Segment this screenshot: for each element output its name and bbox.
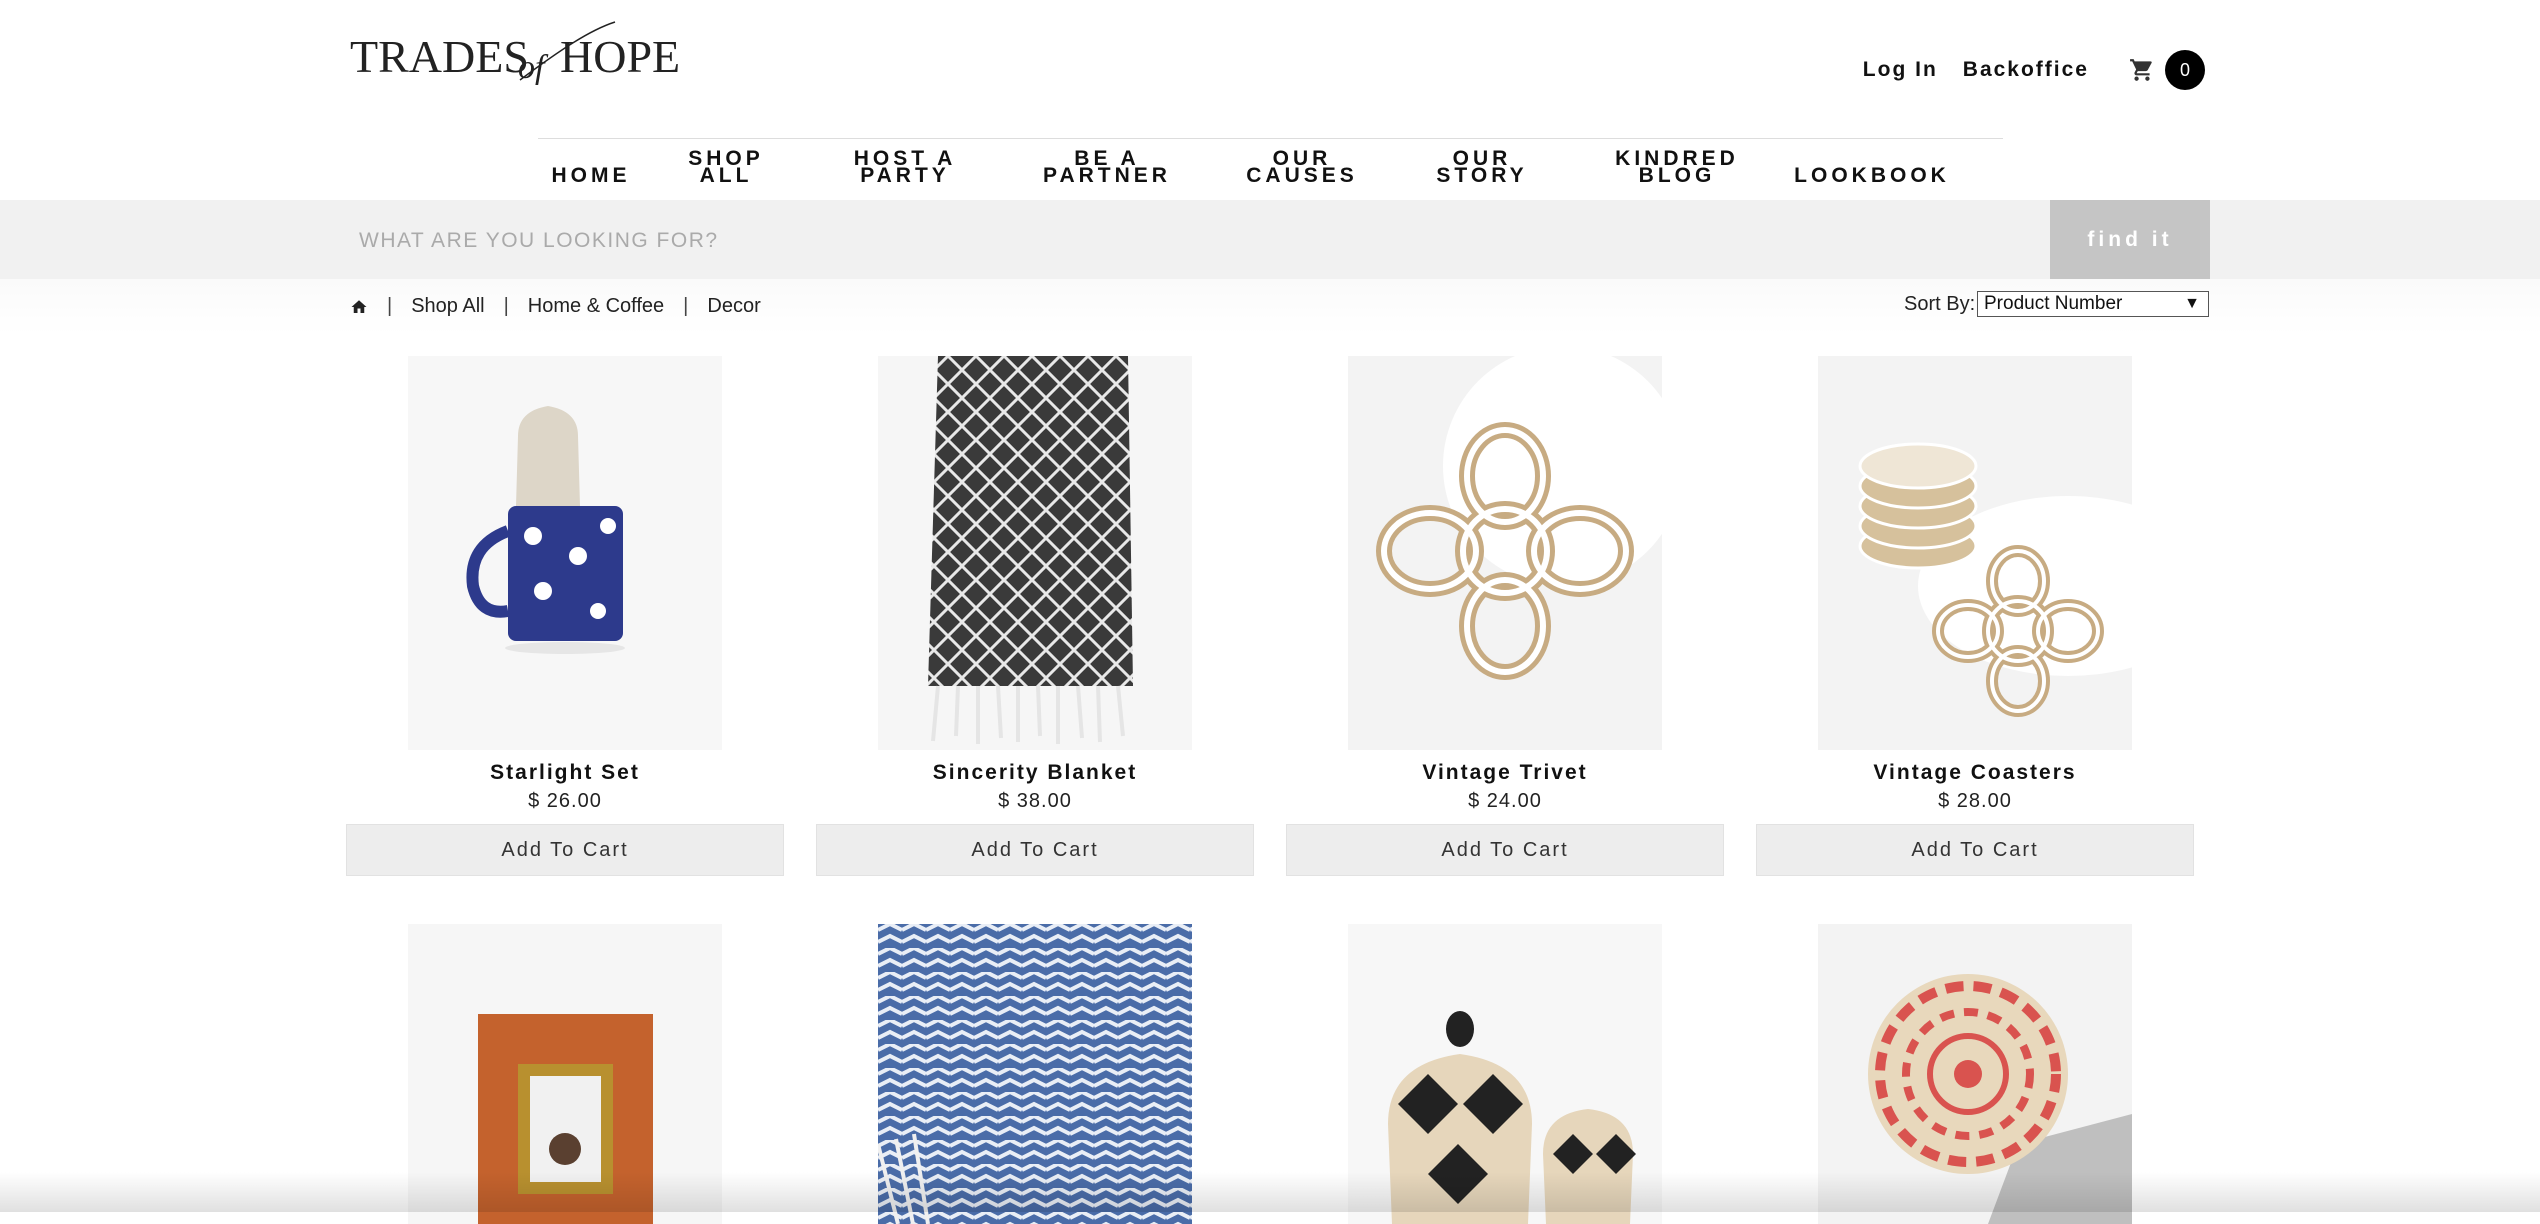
trades-of-hope-logo[interactable]: TRADES of HOPE — [350, 20, 680, 90]
add-to-cart-button[interactable]: Add To Cart — [1756, 824, 2194, 876]
add-to-cart-button[interactable]: Add To Cart — [1286, 824, 1724, 876]
breadcrumb-bar: | Shop All | Home & Coffee | Decor Sort … — [0, 279, 2540, 335]
product-card — [1286, 924, 1724, 1224]
add-to-cart-button[interactable]: Add To Cart — [346, 824, 784, 876]
cart-icon[interactable] — [2129, 57, 2155, 83]
find-it-button[interactable]: find it — [2050, 200, 2210, 279]
nav-host-a-party[interactable]: HOST A PARTY — [854, 148, 957, 186]
nav-kindred-blog[interactable]: KINDRED BLOG — [1615, 148, 1739, 186]
sort-selected-value: Product Number — [1984, 293, 2123, 314]
product-card — [816, 924, 1254, 1224]
sort-label: Sort By: — [1904, 293, 1976, 315]
nav-home[interactable]: HOME — [552, 165, 631, 186]
product-image-vintage-trivet[interactable] — [1348, 356, 1662, 750]
nav-shop-all[interactable]: SHOP ALL — [688, 148, 764, 186]
sort-select[interactable]: Product Number ▼ — [1977, 291, 2209, 317]
search-input[interactable] — [357, 218, 2041, 264]
nav-our-causes[interactable]: OUR CAUSES — [1246, 148, 1358, 186]
product-card: Vintage Coasters $ 28.00 Add To Cart — [1756, 356, 2194, 876]
product-image-blue-blanket[interactable] — [878, 924, 1192, 1224]
breadcrumb-separator: | — [387, 295, 393, 317]
breadcrumb-separator: | — [503, 295, 509, 317]
product-name[interactable]: Vintage Trivet — [1286, 761, 1724, 785]
breadcrumb-separator: | — [683, 295, 689, 317]
product-price: $ 28.00 — [1938, 790, 2012, 812]
main-nav: HOME SHOP ALL HOST A PARTY BE A PARTNER … — [538, 138, 2003, 201]
login-link[interactable]: Log In — [1863, 58, 1938, 82]
nav-lookbook[interactable]: LOOKBOOK — [1794, 165, 1950, 186]
backoffice-link[interactable]: Backoffice — [1963, 58, 2089, 82]
product-card — [1756, 924, 2194, 1224]
dropdown-arrow-icon: ▼ — [2184, 295, 2200, 312]
breadcrumb-decor: Decor — [707, 295, 761, 317]
product-card — [346, 924, 784, 1224]
product-image-red-basket[interactable] — [1818, 924, 2132, 1224]
product-price: $ 24.00 — [1468, 790, 1542, 812]
product-name[interactable]: Vintage Coasters — [1756, 761, 2194, 785]
product-image-woven-baskets[interactable] — [1348, 924, 1662, 1224]
svg-text:TRADES: TRADES — [350, 31, 529, 82]
product-card: Sincerity Blanket $ 38.00 Add To Cart — [816, 356, 1254, 876]
product-image-photo-frame[interactable] — [408, 924, 722, 1224]
cart-count-badge[interactable]: 0 — [2165, 50, 2205, 90]
breadcrumb: | Shop All | Home & Coffee | Decor — [350, 295, 761, 318]
product-price: $ 38.00 — [998, 790, 1072, 812]
home-icon[interactable] — [350, 298, 368, 316]
product-price: $ 26.00 — [528, 790, 602, 812]
add-to-cart-button[interactable]: Add To Cart — [816, 824, 1254, 876]
svg-text:HOPE: HOPE — [560, 31, 680, 82]
nav-our-story[interactable]: OUR STORY — [1436, 148, 1527, 186]
search-bar: find it — [0, 200, 2540, 279]
product-name[interactable]: Sincerity Blanket — [816, 761, 1254, 785]
product-name[interactable]: Starlight Set — [346, 761, 784, 785]
product-card: Vintage Trivet $ 24.00 Add To Cart — [1286, 356, 1724, 876]
breadcrumb-home-coffee[interactable]: Home & Coffee — [528, 295, 664, 318]
product-card: Starlight Set $ 26.00 Add To Cart — [346, 356, 784, 876]
product-image-vintage-coasters[interactable] — [1818, 356, 2132, 750]
product-image-starlight-set[interactable] — [408, 356, 722, 750]
product-image-sincerity-blanket[interactable] — [878, 356, 1192, 750]
svg-text:of: of — [518, 49, 549, 86]
header-links: Log In Backoffice 0 — [1838, 50, 2205, 90]
nav-be-a-partner[interactable]: BE A PARTNER — [1043, 148, 1171, 186]
breadcrumb-shop-all[interactable]: Shop All — [411, 295, 484, 318]
